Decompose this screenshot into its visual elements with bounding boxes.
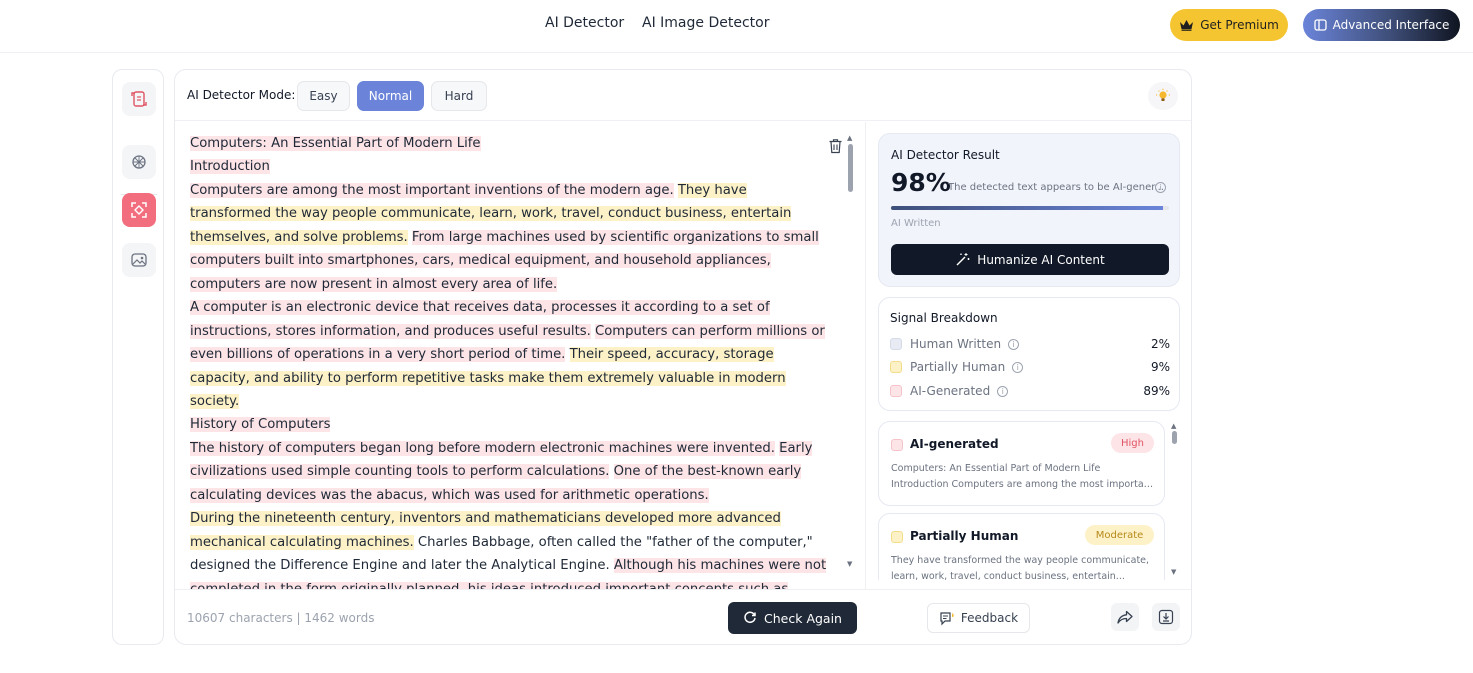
share-icon bbox=[1117, 610, 1133, 624]
nav-ai-image-detector-link[interactable]: AI Image Detector bbox=[642, 15, 769, 31]
feedback-label: Feedback bbox=[960, 611, 1019, 625]
segment-excerpt-line: They have transformed the way people com… bbox=[891, 555, 1150, 566]
signal-checkbox[interactable] bbox=[890, 338, 902, 350]
document-scan-icon bbox=[131, 91, 147, 107]
editor-scrollbar-thumb[interactable] bbox=[848, 144, 853, 192]
signal-breakdown-panel: Signal Breakdown Human Written i 2% Part… bbox=[878, 297, 1180, 411]
signal-value: 9% bbox=[1150, 360, 1170, 374]
segment-checkbox[interactable] bbox=[891, 439, 903, 451]
signal-breakdown-title: Signal Breakdown bbox=[890, 311, 998, 325]
segment-card-ai-generated[interactable]: AI-generated High Computers: An Essentia… bbox=[878, 421, 1165, 506]
signal-row-partially-human[interactable]: Partially Human i 9% bbox=[890, 359, 1170, 375]
refresh-icon bbox=[744, 611, 756, 624]
text-segment-ai[interactable]: History of Computers bbox=[190, 417, 331, 433]
share-button[interactable] bbox=[1111, 603, 1139, 631]
segment-name: Partially Human bbox=[910, 529, 1019, 543]
rail-ai-scan-button[interactable] bbox=[122, 193, 156, 227]
rail-document-scan-button[interactable] bbox=[122, 82, 156, 116]
feedback-icon bbox=[940, 611, 955, 625]
text-editor[interactable]: Computers: An Essential Part of Modern L… bbox=[175, 122, 866, 589]
mode-label: AI Detector Mode: bbox=[187, 88, 296, 102]
advanced-interface-button[interactable]: Advanced Interface bbox=[1303, 9, 1460, 41]
result-percentage: 98% bbox=[891, 168, 951, 197]
lightbulb-icon bbox=[1156, 88, 1170, 101]
character-word-count: 10607 characters | 1462 words bbox=[187, 611, 375, 625]
humanize-ai-content-button[interactable]: Humanize AI Content bbox=[891, 244, 1169, 275]
signal-label: Human Written bbox=[910, 337, 1002, 351]
signal-row-ai-generated[interactable]: AI-Generated i 89% bbox=[890, 383, 1170, 399]
clear-text-button[interactable] bbox=[828, 138, 843, 158]
info-icon[interactable]: i bbox=[1155, 182, 1166, 193]
segment-name: AI-generated bbox=[910, 437, 999, 451]
check-again-label: Check Again bbox=[764, 610, 842, 626]
list-scroll-down-arrow[interactable]: ▼ bbox=[1171, 568, 1176, 576]
text-segment-ai[interactable]: Computers are among the most important i… bbox=[190, 182, 674, 198]
signal-value: 89% bbox=[1143, 384, 1170, 398]
detector-card: AI Detector Mode: Easy Normal Hard Compu… bbox=[174, 69, 1192, 645]
text-segment-human bbox=[565, 347, 569, 362]
nav-ai-detector-link[interactable]: AI Detector bbox=[545, 15, 624, 31]
card-footer: 10607 characters | 1462 words Check Agai… bbox=[175, 589, 1191, 644]
info-icon[interactable]: i bbox=[1008, 338, 1020, 350]
trash-icon bbox=[829, 139, 842, 154]
signal-label: Partially Human bbox=[910, 360, 1006, 374]
rail-brain-button[interactable] bbox=[122, 145, 156, 179]
editor-scroll-down-arrow[interactable]: ▼ bbox=[847, 560, 852, 568]
text-segment-human bbox=[609, 464, 613, 479]
info-icon[interactable]: i bbox=[997, 385, 1009, 397]
ai-scan-icon bbox=[131, 202, 147, 218]
list-scrollbar-thumb[interactable] bbox=[1172, 431, 1177, 444]
tool-rail bbox=[112, 69, 164, 645]
detector-result-panel: AI Detector Result 98% The detected text… bbox=[878, 133, 1180, 287]
crown-icon bbox=[1180, 20, 1194, 31]
segment-excerpt-line: Introduction Computers are among the mos… bbox=[891, 479, 1155, 490]
humanize-label: Humanize AI Content bbox=[977, 252, 1105, 267]
result-sublabel: AI Written bbox=[891, 218, 941, 229]
download-icon bbox=[1158, 609, 1174, 625]
signal-checkbox[interactable] bbox=[890, 361, 902, 373]
segment-badge: Moderate bbox=[1085, 525, 1154, 545]
brain-icon bbox=[132, 155, 146, 169]
detected-segments-list[interactable]: AI-generated High Computers: An Essentia… bbox=[878, 421, 1180, 580]
get-premium-label: Get Premium bbox=[1200, 18, 1279, 32]
mode-normal-button[interactable]: Normal bbox=[357, 81, 424, 111]
signal-label: AI-Generated bbox=[910, 384, 991, 398]
magic-wand-icon bbox=[956, 253, 970, 266]
text-segment-ai[interactable]: Computers: An Essential Part of Modern L… bbox=[190, 136, 481, 151]
result-progress-bar bbox=[891, 206, 1169, 210]
segment-excerpt-line: learn, work, travel, conduct business, e… bbox=[891, 571, 1125, 580]
text-segment-ai[interactable]: The history of computers began long befo… bbox=[190, 440, 775, 456]
check-again-button[interactable]: Check Again bbox=[728, 602, 857, 634]
mode-easy-button[interactable]: Easy bbox=[297, 81, 350, 111]
signal-checkbox[interactable] bbox=[890, 385, 902, 397]
top-navigation-bar: AI Detector AI Image Detector Get Premiu… bbox=[0, 0, 1473, 53]
signal-row-human-written[interactable]: Human Written i 2% bbox=[890, 336, 1170, 352]
panel-layout-icon bbox=[1313, 19, 1327, 31]
segment-excerpt-line: Computers: An Essential Part of Modern L… bbox=[891, 463, 1101, 474]
image-scan-icon bbox=[131, 253, 147, 267]
get-premium-button[interactable]: Get Premium bbox=[1170, 9, 1288, 41]
advanced-interface-label: Advanced Interface bbox=[1332, 18, 1450, 32]
segment-card-partially-human[interactable]: Partially Human Moderate They have trans… bbox=[878, 513, 1165, 580]
info-icon[interactable]: i bbox=[1012, 361, 1024, 373]
result-title: AI Detector Result bbox=[891, 148, 1000, 162]
segment-checkbox[interactable] bbox=[891, 531, 903, 543]
editor-scroll-up-arrow[interactable]: ▲ bbox=[847, 134, 852, 142]
signal-value: 2% bbox=[1150, 337, 1170, 351]
result-description: The detected text appears to be AI-gener… bbox=[948, 182, 1164, 193]
analyzed-text[interactable]: Computers: An Essential Part of Modern L… bbox=[190, 132, 830, 589]
rail-image-scan-button[interactable] bbox=[122, 243, 156, 277]
mode-selector-row: AI Detector Mode: Easy Normal Hard bbox=[175, 70, 1191, 121]
feedback-button[interactable]: Feedback bbox=[927, 603, 1030, 633]
download-button[interactable] bbox=[1152, 603, 1180, 631]
segment-badge: High bbox=[1111, 433, 1154, 453]
text-segment-ai[interactable]: Introduction bbox=[190, 159, 270, 175]
list-scroll-up-arrow[interactable]: ▲ bbox=[1171, 422, 1176, 430]
mode-hard-button[interactable]: Hard bbox=[431, 81, 487, 111]
result-progress-fill bbox=[891, 206, 1164, 210]
theme-toggle-button[interactable] bbox=[1148, 82, 1178, 110]
